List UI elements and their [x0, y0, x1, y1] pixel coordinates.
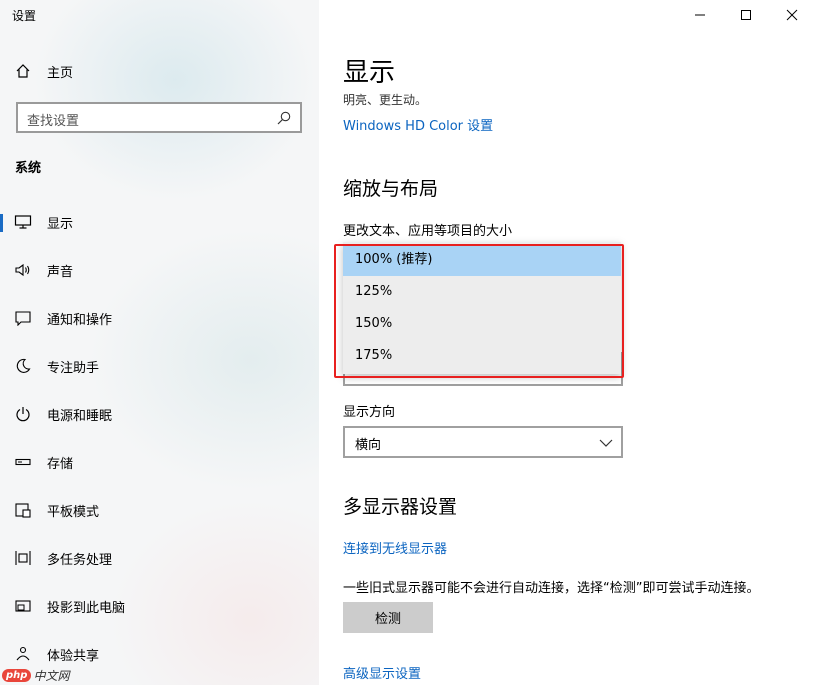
sidebar-item-label: 平板模式 — [47, 504, 100, 520]
sidebar-item-label: 存储 — [47, 456, 74, 472]
watermark: php 中文网 — [2, 666, 69, 684]
watermark-text: 中文网 — [33, 668, 70, 683]
detect-button[interactable]: 检测 — [343, 602, 433, 633]
search-placeholder: 查找设置 — [27, 114, 80, 129]
sidebar-item-power[interactable]: 电源和睡眠 — [0, 394, 319, 434]
sidebar-item-label: 显示 — [47, 216, 74, 232]
sidebar-item-label: 主页 — [47, 65, 74, 81]
monitor-icon — [14, 213, 32, 231]
sidebar-item-home[interactable]: 主页 — [0, 51, 319, 91]
page-subtitle: 明亮、更生动。 — [343, 93, 428, 107]
close-button[interactable] — [769, 0, 815, 30]
moon-icon — [14, 357, 32, 375]
hd-color-settings-link[interactable]: Windows HD Color 设置 — [343, 115, 493, 134]
maximize-icon — [741, 10, 751, 20]
sidebar-item-display[interactable]: 显示 — [0, 202, 319, 242]
sidebar-item-label: 多任务处理 — [47, 552, 113, 568]
watermark-badge: php — [2, 668, 32, 682]
close-icon — [786, 9, 798, 21]
window-title: 设置 — [12, 9, 37, 23]
sidebar-item-notifications[interactable]: 通知和操作 — [0, 298, 319, 338]
sidebar-item-label: 通知和操作 — [47, 312, 113, 328]
orientation-value: 横向 — [355, 438, 382, 453]
highlight-box — [334, 244, 624, 378]
sidebar: 设置 主页 查找设置 系统 显示 声音 通知和操作 专注助手 电源和睡眠 存储 … — [0, 0, 319, 685]
sidebar-item-label: 专注助手 — [47, 360, 100, 376]
multitask-icon — [14, 549, 32, 567]
detect-description: 一些旧式显示器可能不会进行自动连接，选择“检测”即可尝试手动连接。 — [343, 581, 760, 596]
chevron-down-icon — [599, 435, 613, 449]
sidebar-item-multitasking[interactable]: 多任务处理 — [0, 538, 319, 578]
minimize-icon — [695, 14, 705, 16]
sidebar-item-label: 声音 — [47, 264, 74, 280]
power-icon — [14, 405, 32, 423]
maximize-button[interactable] — [723, 0, 769, 30]
sidebar-item-sound[interactable]: 声音 — [0, 250, 319, 290]
project-icon — [14, 597, 32, 615]
storage-icon — [14, 453, 32, 471]
advanced-display-link[interactable]: 高级显示设置 — [343, 663, 421, 682]
scale-layout-heading: 缩放与布局 — [343, 178, 439, 200]
message-icon — [14, 309, 32, 327]
multi-display-heading: 多显示器设置 — [343, 496, 458, 518]
sidebar-item-focus-assist[interactable]: 专注助手 — [0, 346, 319, 386]
minimize-button[interactable] — [677, 0, 723, 30]
home-icon — [14, 62, 32, 80]
tablet-icon — [14, 501, 32, 519]
speaker-icon — [14, 261, 32, 279]
page-title: 显示 — [343, 58, 396, 88]
search-input[interactable]: 查找设置 — [16, 102, 302, 133]
section-label: 系统 — [15, 161, 42, 176]
window-controls — [677, 0, 815, 30]
orientation-label: 显示方向 — [343, 405, 396, 420]
orientation-select[interactable]: 横向 — [343, 426, 623, 458]
scale-label: 更改文本、应用等项目的大小 — [343, 224, 513, 239]
sidebar-item-label: 电源和睡眠 — [47, 408, 113, 424]
sidebar-item-storage[interactable]: 存储 — [0, 442, 319, 482]
sidebar-item-tablet-mode[interactable]: 平板模式 — [0, 490, 319, 530]
wireless-display-link[interactable]: 连接到无线显示器 — [343, 538, 447, 557]
share-icon — [14, 645, 32, 663]
sidebar-item-project[interactable]: 投影到此电脑 — [0, 586, 319, 626]
sidebar-item-label: 投影到此电脑 — [47, 600, 126, 616]
sidebar-item-label: 体验共享 — [47, 648, 100, 664]
search-icon — [276, 110, 292, 126]
